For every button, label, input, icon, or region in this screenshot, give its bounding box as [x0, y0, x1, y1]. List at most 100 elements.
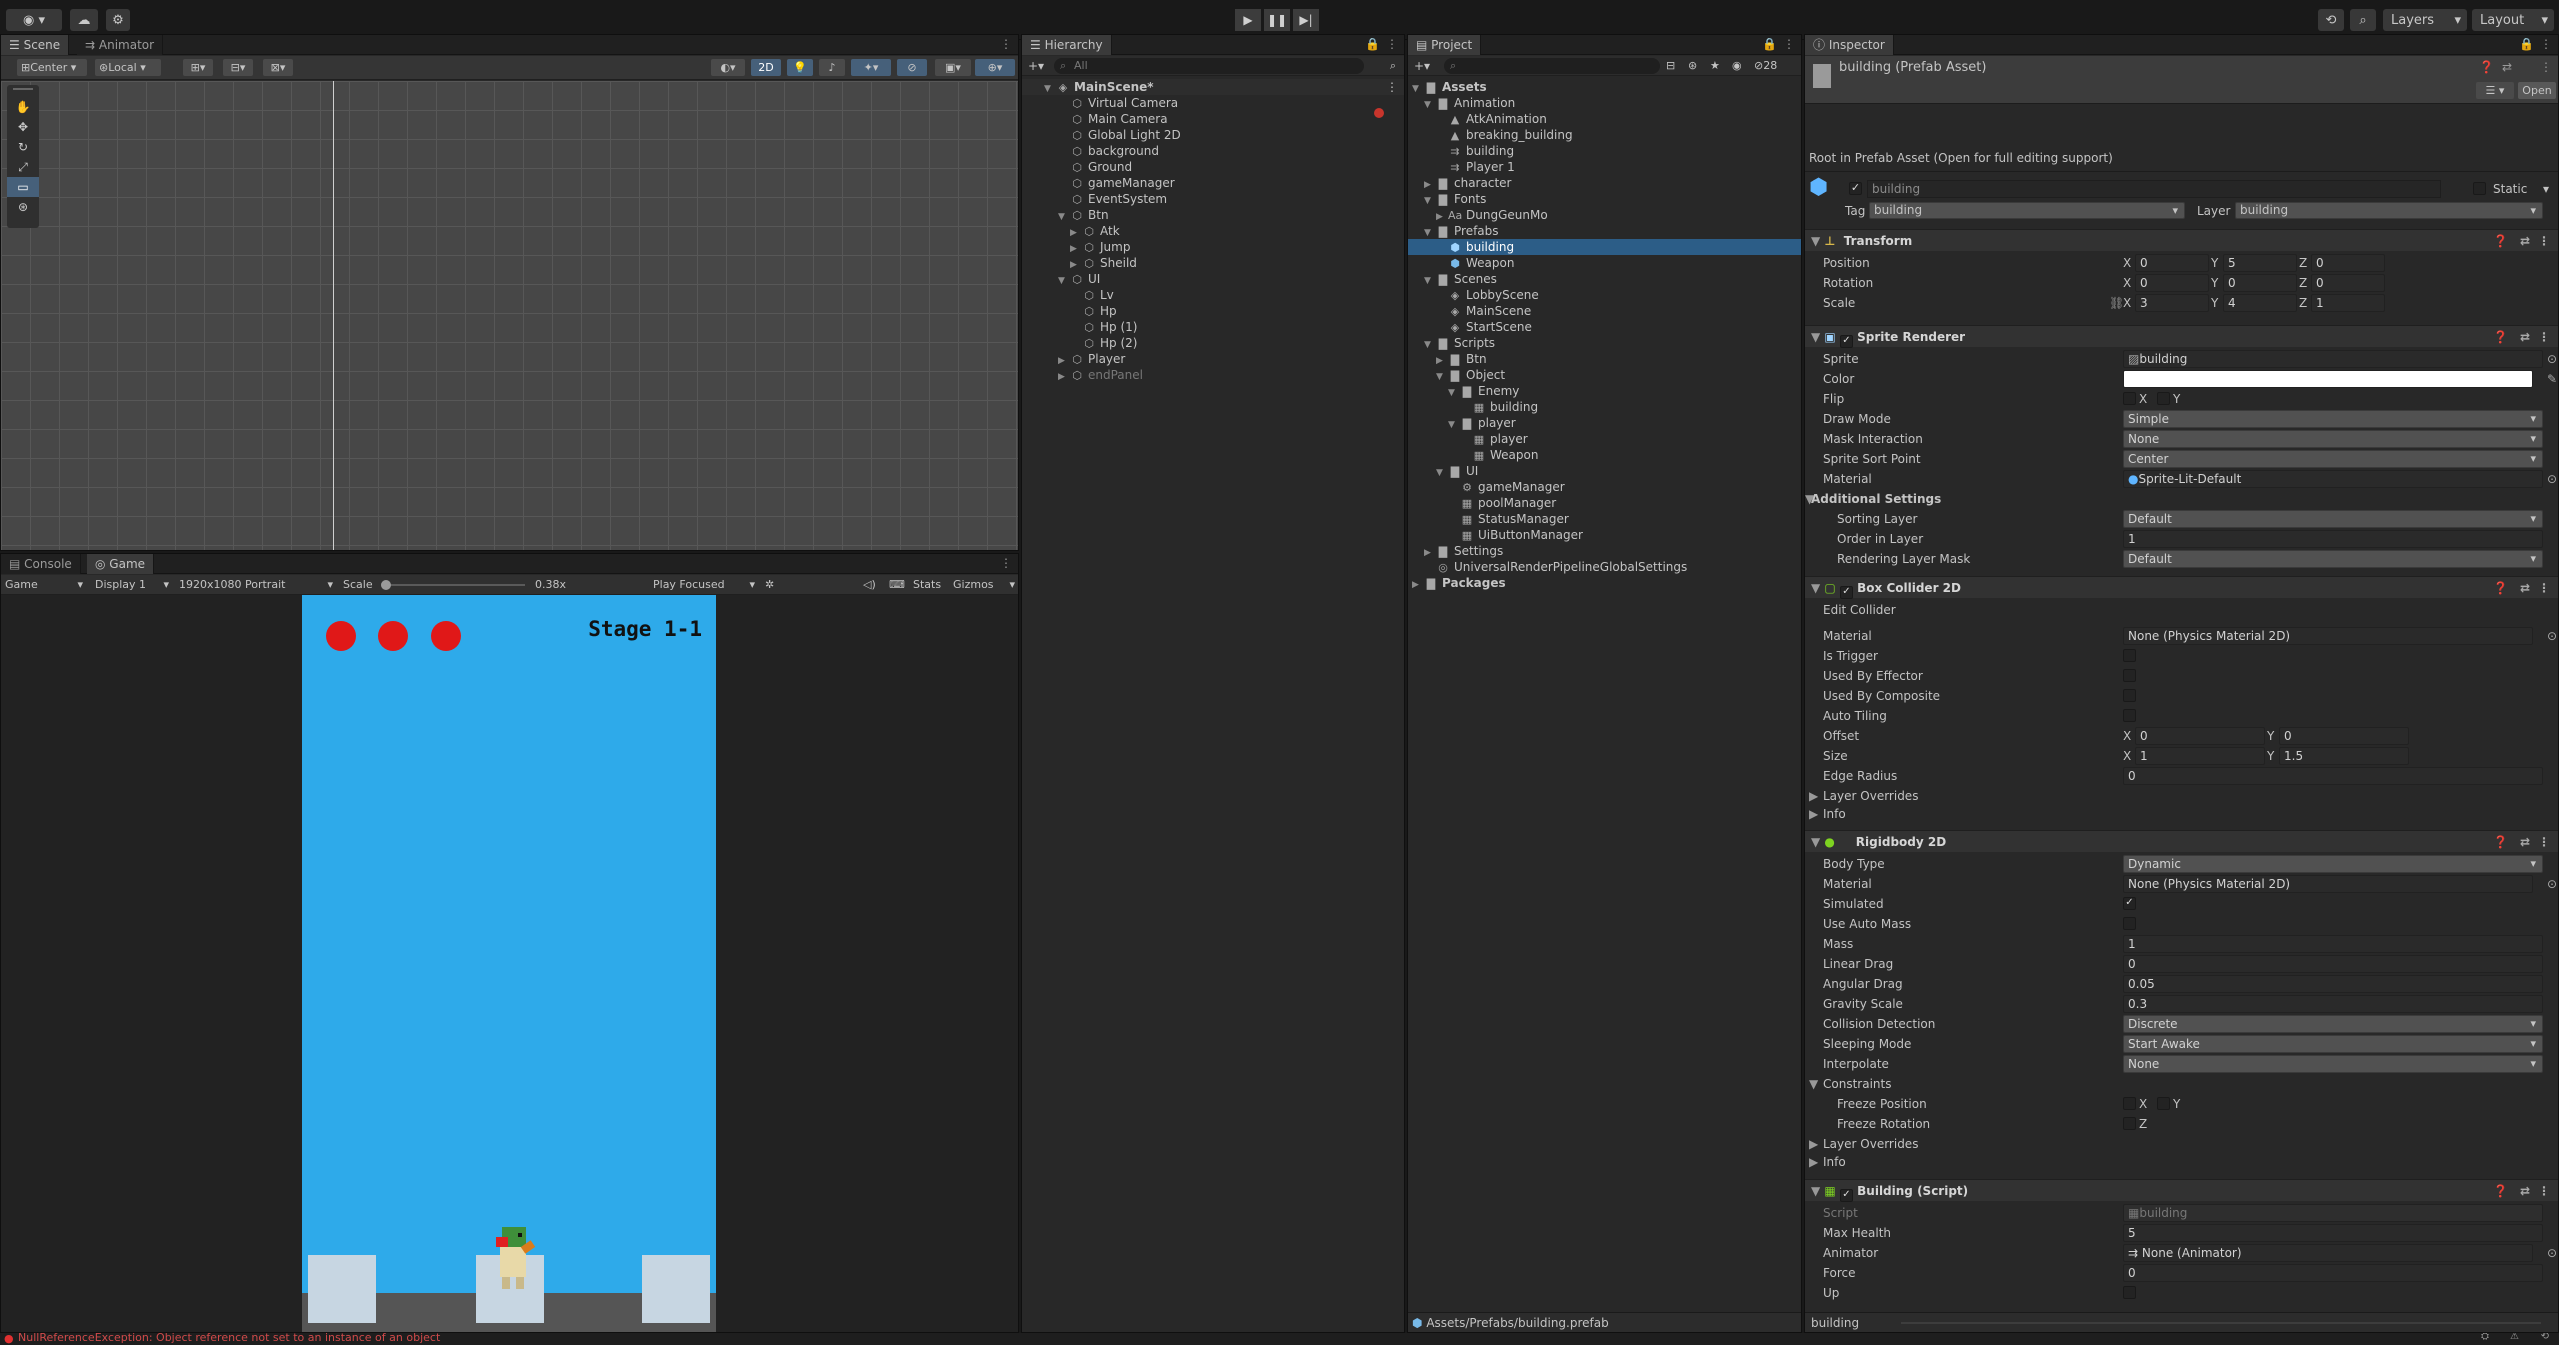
help-icon[interactable]: ❓: [2493, 326, 2508, 348]
lock-icon[interactable]: 🔒: [1762, 37, 1777, 51]
project-asset[interactable]: ⇉ Player 1: [1448, 159, 1514, 175]
preview-splitter[interactable]: [1901, 1322, 2541, 1324]
console-error-message[interactable]: NullReferenceException: Object reference…: [18, 1333, 440, 1344]
axis-x-field[interactable]: 1: [2135, 747, 2265, 765]
foldout-arrow-icon[interactable]: ▼: [1805, 1184, 1820, 1198]
project-asset[interactable]: ▦ StatusManager: [1460, 511, 1569, 527]
game-viewport[interactable]: Stage 1-1: [1, 595, 1018, 1332]
axis-x-field[interactable]: 3: [2135, 294, 2209, 312]
bug-icon[interactable]: ✲: [765, 576, 774, 594]
hierarchy-item[interactable]: ⬡ background: [1070, 143, 1159, 159]
project-folder[interactable]: ▼ ▇ UI: [1436, 463, 1478, 479]
project-folder[interactable]: ▼ ▇ Assets: [1412, 79, 1487, 95]
foldout-arrow-icon[interactable]: ▼: [1805, 489, 1814, 509]
hierarchy-item[interactable]: ⬡ Ground: [1070, 159, 1132, 175]
debug-mode-icon[interactable]: ⚠: [2510, 1333, 2519, 1342]
project-menu-icon[interactable]: ⋮: [1783, 37, 1795, 51]
hidden-packages-icon[interactable]: ◉: [1732, 57, 1742, 75]
resolution-dropdown[interactable]: 1920x1080 Portrait ▾: [179, 576, 335, 594]
component-menu-icon[interactable]: ⋮: [2538, 577, 2550, 599]
hierarchy-item[interactable]: ▶ ⬡ Atk: [1070, 223, 1120, 239]
foldout-arrow-icon[interactable]: ▶: [1809, 1152, 1818, 1172]
tab-game[interactable]: ◎ Game: [87, 554, 155, 574]
sleeping-mode-dropdown[interactable]: Start Awake: [2123, 1035, 2543, 1053]
component-menu-icon[interactable]: ⋮: [2538, 326, 2550, 348]
is-trigger-checkbox[interactable]: [2123, 649, 2136, 662]
hierarchy-scene-root[interactable]: ▼ ◈ MainScene* ⋮: [1022, 79, 1404, 95]
hierarchy-item[interactable]: ⬡ Hp: [1082, 303, 1116, 319]
move-tool-icon[interactable]: ✥: [7, 117, 39, 137]
gameobject-name-input[interactable]: building: [1867, 180, 2441, 198]
space-dropdown[interactable]: ⊛Local ▾: [95, 59, 161, 76]
foldout-arrow-icon[interactable]: ▼: [1805, 330, 1820, 344]
presets-icon[interactable]: ⇄: [2520, 831, 2530, 853]
hierarchy-item[interactable]: ▶ ⬡ Player: [1058, 351, 1125, 367]
help-icon[interactable]: ❓: [2493, 1180, 2508, 1202]
mask-interaction-dropdown[interactable]: None: [2123, 430, 2543, 448]
scale-tool-icon[interactable]: ⤢: [7, 157, 39, 177]
project-folder[interactable]: ▼ ▇ Scenes: [1424, 271, 1497, 287]
hierarchy-item[interactable]: ▼ ⬡ UI: [1058, 271, 1100, 287]
axis-x-field[interactable]: 0: [2135, 727, 2265, 745]
eyedropper-icon[interactable]: ✎: [2547, 369, 2557, 389]
building-script-header[interactable]: ▼ ▦ ✓ Building (Script) ❓ ⇄ ⋮: [1805, 1179, 2558, 1202]
linear-drag-input[interactable]: 0: [2123, 955, 2543, 973]
project-asset[interactable]: ▦ player: [1472, 431, 1528, 447]
toggle-2d-button[interactable]: 2D: [751, 59, 781, 76]
tab-inspector[interactable]: ⓘ Inspector: [1805, 35, 1894, 55]
hidden-objects-icon[interactable]: ⊘: [897, 59, 927, 76]
object-picker-icon[interactable]: ⊙: [2547, 874, 2557, 894]
freeze-position-y-checkbox[interactable]: [2157, 1097, 2170, 1110]
physics-material-field[interactable]: None (Physics Material 2D): [2123, 627, 2533, 645]
material-field[interactable]: ●Sprite-Lit-Default: [2123, 470, 2543, 488]
axis-y-field[interactable]: 5: [2223, 254, 2297, 272]
grid-visibility-icon[interactable]: ⊠▾: [263, 59, 293, 76]
project-asset[interactable]: ▲ breaking_building: [1448, 127, 1573, 143]
project-folder[interactable]: ▶ ▇ Settings: [1424, 543, 1503, 559]
order-in-layer-input[interactable]: 1: [2123, 530, 2543, 548]
hierarchy-item-inactive[interactable]: ▶ ⬡ endPanel: [1058, 367, 1143, 383]
hierarchy-search-input[interactable]: ⌕ All: [1054, 58, 1364, 74]
axis-x-field[interactable]: 0: [2135, 254, 2209, 272]
search-by-label-icon[interactable]: ⊛: [1688, 57, 1697, 75]
box-collider-header[interactable]: ▼ ▢ ✓ Box Collider 2D ❓ ⇄ ⋮: [1805, 576, 2558, 599]
axis-y-field[interactable]: 4: [2223, 294, 2297, 312]
hierarchy-item[interactable]: ⬡ EventSystem: [1070, 191, 1167, 207]
project-asset[interactable]: ◈ LobbyScene: [1448, 287, 1539, 303]
project-folder[interactable]: ▼ ▇ Animation: [1424, 95, 1515, 111]
axis-y-field[interactable]: 0: [2279, 727, 2409, 745]
presets-icon[interactable]: ⇄: [2520, 326, 2530, 348]
project-asset[interactable]: ▦ building: [1472, 399, 1538, 415]
settings-icon[interactable]: ⚙: [106, 9, 130, 31]
interpolate-dropdown[interactable]: None: [2123, 1055, 2543, 1073]
help-icon[interactable]: ❓: [2493, 577, 2508, 599]
display-dropdown[interactable]: Display 1 ▾: [95, 576, 171, 594]
edge-radius-input[interactable]: 0: [2123, 767, 2543, 785]
static-dropdown[interactable]: ▾: [2543, 180, 2549, 198]
help-icon[interactable]: ❓: [2493, 831, 2508, 853]
sorting-layer-dropdown[interactable]: Default: [2123, 510, 2543, 528]
mute-audio-icon[interactable]: ◁): [863, 576, 876, 594]
project-asset[interactable]: ⇉ building: [1448, 143, 1514, 159]
static-checkbox[interactable]: [2473, 182, 2486, 195]
presets-icon[interactable]: ⇄: [2502, 60, 2512, 74]
create-asset-button[interactable]: +▾: [1414, 57, 1430, 75]
component-menu-icon[interactable]: ⋮: [2538, 230, 2550, 252]
lock-icon[interactable]: 🔒: [2519, 37, 2534, 51]
hierarchy-item[interactable]: ⬡ Lv: [1082, 287, 1114, 303]
audio-icon[interactable]: ♪: [819, 59, 845, 76]
rect-tool-icon[interactable]: ▭: [7, 177, 39, 197]
asset-menu-icon[interactable]: ⋮: [2540, 60, 2552, 74]
use-auto-mass-checkbox[interactable]: [2123, 917, 2136, 930]
collab-icon[interactable]: ⟲: [2541, 1333, 2549, 1342]
component-menu-icon[interactable]: ⋮: [2538, 1180, 2550, 1202]
help-icon[interactable]: ❓: [2479, 60, 2494, 74]
progress-icon[interactable]: ⛭: [2481, 1333, 2489, 1342]
angular-drag-input[interactable]: 0.05: [2123, 975, 2543, 993]
effects-icon[interactable]: ✦▾: [851, 59, 891, 76]
max-health-input[interactable]: 5: [2123, 1224, 2543, 1242]
rigidbody-material-field[interactable]: None (Physics Material 2D): [2123, 875, 2533, 893]
tab-animator[interactable]: ⇉ Animator: [77, 35, 164, 55]
account-button[interactable]: ◉ ▾: [6, 9, 62, 31]
project-folder[interactable]: ▼ ▇ Prefabs: [1424, 223, 1499, 239]
